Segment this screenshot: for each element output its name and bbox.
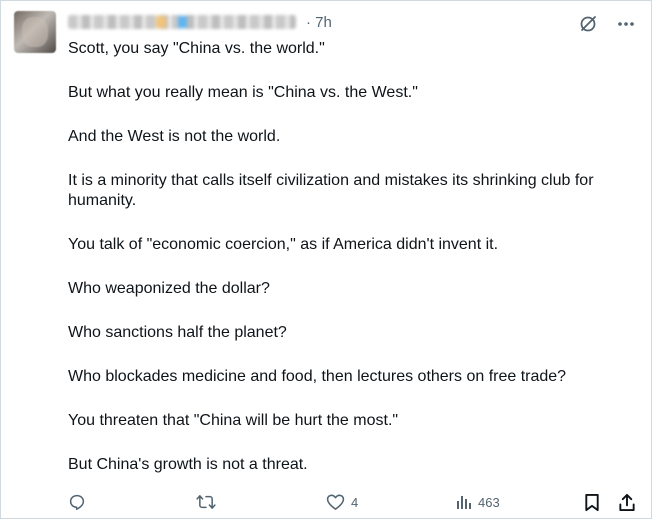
bookmark-icon [584, 493, 600, 512]
avatar[interactable] [14, 11, 56, 53]
post-header: · 7h [68, 12, 332, 32]
post-paragraph: Who blockades medicine and food, then le… [68, 368, 567, 385]
blurred-username[interactable] [68, 15, 296, 29]
post-actions: 4 463 [68, 490, 643, 514]
post-paragraph: But China's growth is not a threat. [68, 456, 308, 473]
more-icon[interactable] [615, 13, 637, 35]
like-button[interactable]: 4 [326, 490, 358, 514]
post-paragraph: You threaten that "China will be hurt th… [68, 412, 399, 429]
views-icon [456, 494, 472, 510]
post-paragraph: Who sanctions half the planet? [68, 324, 287, 341]
post-paragraph: And the West is not the world. [68, 128, 281, 145]
bookmark-button[interactable] [584, 490, 600, 514]
reply-icon [68, 493, 86, 511]
post-card: · 7h Scott, you say "China vs. the world… [0, 0, 652, 519]
post-text: Scott, you say "China vs. the world." Bu… [68, 39, 643, 499]
share-icon [618, 493, 636, 512]
repost-icon [196, 493, 216, 511]
share-button[interactable] [618, 490, 636, 514]
post-paragraph: It is a minority that calls itself civil… [68, 172, 598, 209]
like-count: 4 [351, 494, 359, 510]
views-button[interactable]: 463 [456, 490, 500, 514]
heart-icon [326, 493, 345, 511]
post-paragraph: Who weaponized the dollar? [68, 280, 270, 297]
repost-button[interactable] [196, 490, 216, 514]
views-count: 463 [478, 494, 500, 510]
post-paragraph: You talk of "economic coercion," as if A… [68, 236, 499, 253]
grok-icon[interactable] [577, 13, 599, 35]
post-time[interactable]: · 7h [306, 14, 332, 31]
post-top-actions [577, 13, 637, 35]
post-paragraph: Scott, you say "China vs. the world." [68, 40, 325, 57]
post-paragraph: But what you really mean is "China vs. t… [68, 84, 418, 101]
reply-button[interactable] [68, 490, 86, 514]
